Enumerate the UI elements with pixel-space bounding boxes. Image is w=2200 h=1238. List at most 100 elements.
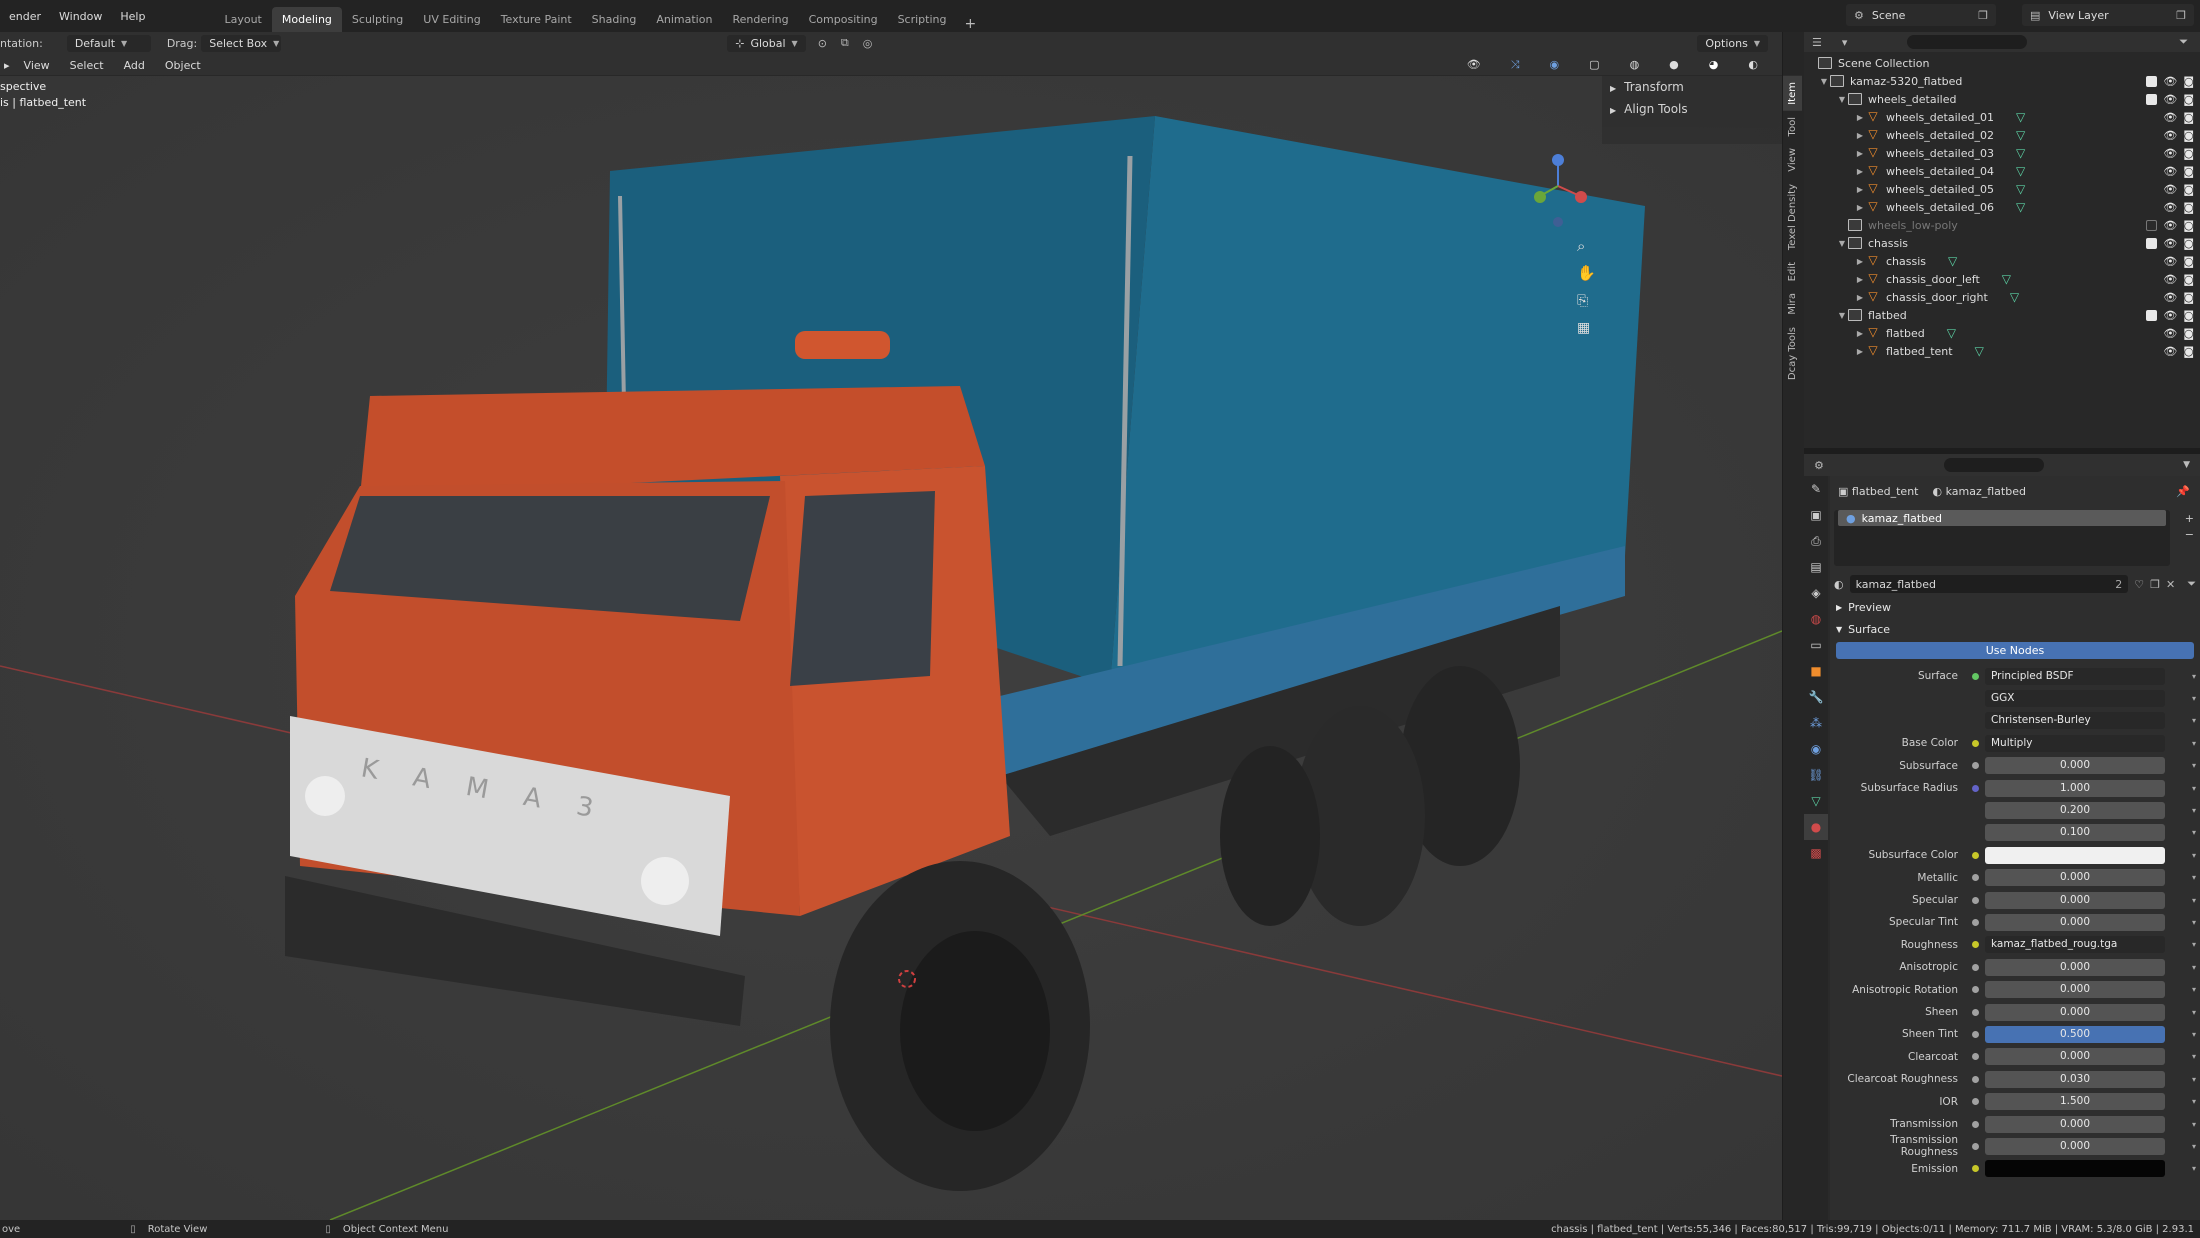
tab-shading[interactable]: Shading — [582, 7, 647, 32]
mesh-data-icon[interactable]: ▽ — [2016, 146, 2025, 160]
camera-render-icon[interactable]: ◙ — [2183, 345, 2194, 358]
outliner-object-row[interactable]: ▶ ▽ wheels_detailed_06 ▽ 👁 ◙ — [1804, 198, 2200, 216]
view-layer-tab-icon[interactable]: ▤ — [1804, 554, 1828, 580]
mesh-data-icon[interactable]: ▽ — [1947, 326, 1956, 340]
color-swatch[interactable] — [1985, 846, 2165, 864]
eye-icon[interactable]: 👁 — [2163, 327, 2177, 340]
value-slider[interactable]: 0.000 — [1985, 1048, 2165, 1066]
sidebar-tab-texel-density[interactable]: Texel Density — [1783, 178, 1802, 256]
socket-dot-icon[interactable] — [1972, 918, 1979, 926]
chevron-down-icon[interactable]: ▼ — [2183, 460, 2190, 470]
keyframe-icon[interactable]: ▾ — [2192, 873, 2196, 882]
sidebar-tab-edit[interactable]: Edit — [1783, 256, 1802, 287]
transform-orientation-dropdown[interactable]: ⊹ Global ▼ — [727, 34, 806, 52]
chevron-right-icon[interactable]: ▶ — [1854, 149, 1866, 158]
outliner-collection-row[interactable]: wheels_low-poly 👁 ◙ — [1804, 216, 2200, 234]
eye-icon[interactable]: 👁 — [2163, 273, 2177, 286]
socket-dot-icon[interactable] — [1972, 963, 1979, 971]
physics-tab-icon[interactable]: ◉ — [1804, 736, 1828, 762]
scene-tab-icon[interactable]: ◈ — [1804, 580, 1828, 606]
linked-input-field[interactable]: Multiply — [1985, 734, 2165, 752]
filter-icon[interactable]: ⏷ — [2179, 35, 2188, 49]
chevron-right-icon[interactable]: ▶ — [1854, 257, 1866, 266]
value-slider[interactable]: 0.000 — [1985, 913, 2165, 931]
keyframe-icon[interactable]: ▾ — [2192, 985, 2196, 994]
socket-dot-icon[interactable] — [1972, 1030, 1979, 1038]
camera-render-icon[interactable]: ◙ — [2183, 75, 2194, 88]
outliner-object-row[interactable]: ▶ ▽ wheels_detailed_03 ▽ 👁 ◙ — [1804, 144, 2200, 162]
material-shading-icon[interactable]: ◕ — [1699, 58, 1729, 72]
keyframe-icon[interactable]: ▾ — [2192, 739, 2196, 748]
menu-window[interactable]: Window — [50, 10, 111, 23]
camera-render-icon[interactable]: ◙ — [2183, 237, 2194, 250]
exclude-checkbox[interactable] — [2146, 93, 2158, 105]
viewport-scene[interactable]: KAMA3 ⌕ ✋ ⎘ ▦ — [0, 76, 1782, 1220]
sidebar-tab-mira[interactable]: Mira — [1783, 287, 1802, 321]
sidebar-tab-view[interactable]: View — [1783, 142, 1802, 178]
keyframe-icon[interactable]: ▾ — [2192, 1030, 2196, 1039]
chevron-right-icon[interactable]: ▶ — [1854, 347, 1866, 356]
keyframe-icon[interactable]: ▾ — [2192, 851, 2196, 860]
outliner-object-row[interactable]: ▶ ▽ chassis ▽ 👁 ◙ — [1804, 252, 2200, 270]
modifier-tab-icon[interactable]: 🔧 — [1804, 684, 1828, 710]
outliner-object-row[interactable]: ▶ ▽ wheels_detailed_02 ▽ 👁 ◙ — [1804, 126, 2200, 144]
options-dropdown[interactable]: Options ▼ — [1697, 34, 1768, 52]
material-slot-list[interactable]: ● kamaz_flatbed + − — [1834, 510, 2194, 566]
eye-icon[interactable]: 👁 — [2163, 255, 2177, 268]
keyframe-icon[interactable]: ▾ — [2192, 828, 2196, 837]
render-tab-icon[interactable]: ▣ — [1804, 502, 1828, 528]
keyframe-icon[interactable]: ▾ — [2192, 1142, 2196, 1151]
tab-sculpting[interactable]: Sculpting — [342, 7, 413, 32]
display-mode-icon[interactable]: ▾ — [1842, 36, 1848, 49]
surface-section[interactable]: ▼ Surface — [1830, 618, 2200, 640]
value-slider[interactable]: 0.500 — [1985, 1025, 2165, 1043]
pin-icon[interactable]: 📌 — [2176, 485, 2190, 498]
sidebar-tab-item[interactable]: Item — [1783, 76, 1802, 111]
socket-dot-icon[interactable] — [1972, 672, 1979, 680]
outliner-object-row[interactable]: ▶ ▽ chassis_door_left ▽ 👁 ◙ — [1804, 270, 2200, 288]
grid-icon[interactable]: ▦ — [1577, 320, 1590, 336]
zoom-icon[interactable]: ⌕ — [1577, 237, 1585, 255]
menu-select[interactable]: Select — [60, 59, 114, 72]
eye-icon[interactable]: 👁 — [2163, 237, 2177, 250]
camera-icon[interactable]: ⎘ — [1577, 293, 1588, 309]
filter-icon[interactable]: ⏷ — [2187, 577, 2196, 591]
chevron-right-icon[interactable]: ▶ — [1854, 293, 1866, 302]
material-name-field[interactable]: kamaz_flatbed 2 — [1849, 575, 2129, 593]
overlay-icon[interactable]: ◉ — [1540, 58, 1570, 72]
eye-icon[interactable]: 👁 — [2163, 111, 2177, 124]
value-slider[interactable]: 0.000 — [1985, 869, 2165, 887]
value-slider[interactable]: 0.000 — [1985, 891, 2165, 909]
socket-dot-icon[interactable] — [1972, 874, 1979, 882]
outliner-collection-row[interactable]: ▼ chassis 👁 ◙ — [1804, 234, 2200, 252]
keyframe-icon[interactable]: ▾ — [2192, 784, 2196, 793]
keyframe-icon[interactable]: ▾ — [2192, 940, 2196, 949]
editor-type-icon[interactable]: ⚙ — [1814, 459, 1824, 472]
3d-viewport[interactable]: KAMA3 ⌕ ✋ ⎘ ▦ spective is | flatbed_tent… — [0, 76, 1782, 1220]
scene-collection-row[interactable]: Scene Collection — [1804, 54, 2200, 72]
unlink-icon[interactable]: ✕ — [2166, 578, 2175, 591]
data-tab-icon[interactable]: ▽ — [1804, 788, 1828, 814]
orientation-dropdown[interactable]: Default ▼ — [66, 34, 151, 52]
outliner-object-row[interactable]: ▶ ▽ chassis_door_right ▽ 👁 ◙ — [1804, 288, 2200, 306]
camera-render-icon[interactable]: ◙ — [2183, 201, 2194, 214]
value-slider[interactable]: 0.100 — [1985, 824, 2165, 842]
socket-dot-icon[interactable] — [1972, 1075, 1979, 1083]
value-slider[interactable]: 0.000 — [1985, 981, 2165, 999]
outliner-object-row[interactable]: ▶ ▽ flatbed_tent ▽ 👁 ◙ — [1804, 342, 2200, 360]
particles-tab-icon[interactable]: ⁂ — [1804, 710, 1828, 736]
preview-section[interactable]: ▶ Preview — [1830, 596, 2200, 618]
keyframe-icon[interactable]: ▾ — [2192, 896, 2196, 905]
chevron-right-icon[interactable]: ▶ — [1854, 203, 1866, 212]
visibility-icon[interactable]: 👁 — [1457, 58, 1491, 72]
color-swatch[interactable] — [1985, 1160, 2165, 1178]
eye-icon[interactable]: 👁 — [2163, 147, 2177, 160]
chevron-right-icon[interactable]: ▶ — [1854, 131, 1866, 140]
scene-selector[interactable]: ⚙ Scene ❐ — [1846, 4, 1996, 26]
value-slider[interactable]: 0.200 — [1985, 802, 2165, 820]
linked-input-field[interactable]: kamaz_flatbed_roug.tga — [1985, 936, 2165, 954]
socket-dot-icon[interactable] — [1972, 762, 1979, 770]
tab-uv-editing[interactable]: UV Editing — [413, 7, 490, 32]
view-layer-selector[interactable]: ▤ View Layer ❐ — [2022, 4, 2194, 26]
value-slider[interactable]: 1.000 — [1985, 779, 2165, 797]
